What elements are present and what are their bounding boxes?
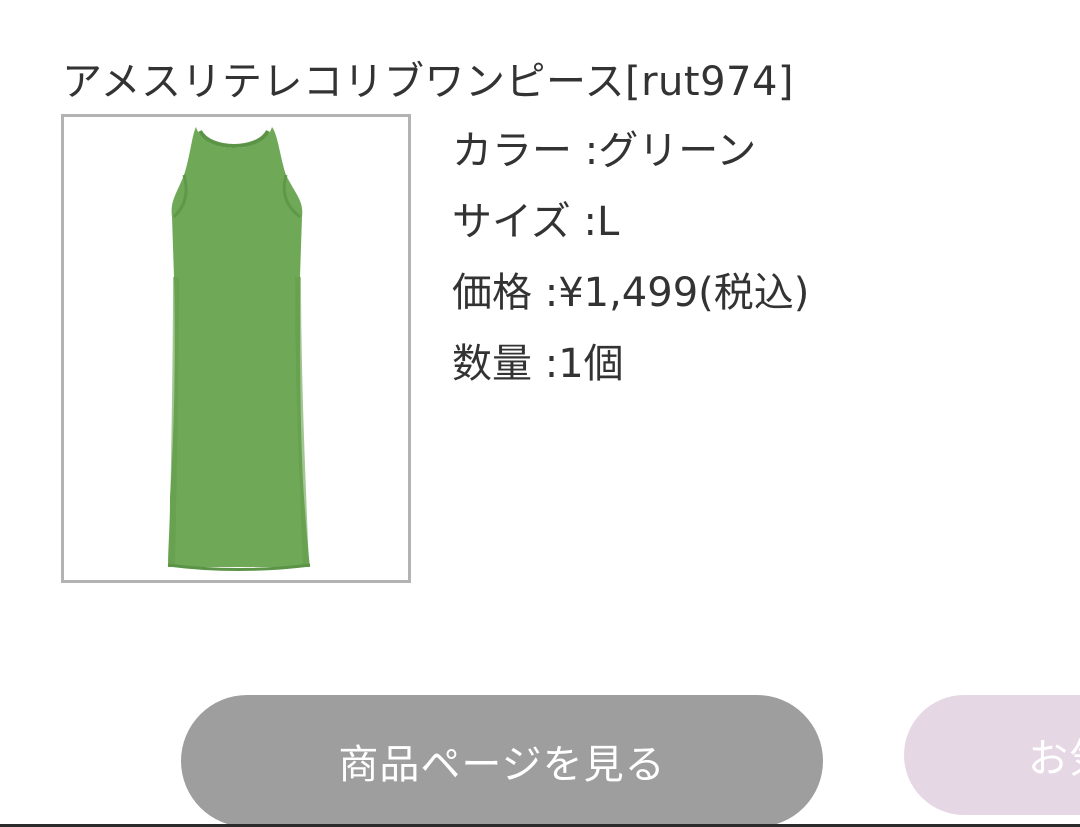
price-detail: 価格 :¥1,499(税込) <box>452 270 810 316</box>
view-product-label: 商品ページを見る <box>338 742 666 788</box>
product-details: カラー :グリーン サイズ :L 価格 :¥1,499(税込) 数量 :1個 <box>452 116 809 400</box>
size-detail: サイズ :L <box>452 199 620 245</box>
view-product-button[interactable]: 商品ページを見る <box>181 695 823 827</box>
product-image[interactable] <box>61 114 411 583</box>
secondary-action-label: お気 <box>1028 736 1080 782</box>
product-title: アメスリテレコリブワンピース[rut974] <box>62 59 795 105</box>
dress-image <box>64 117 408 580</box>
order-item-card: アメスリテレコリブワンピース[rut974] カラー :グリーン サイズ :L … <box>0 0 1080 827</box>
color-detail: カラー :グリーン <box>452 128 757 174</box>
quantity-detail: 数量 :1個 <box>452 341 624 387</box>
secondary-action-button[interactable]: お気 <box>904 695 1080 815</box>
